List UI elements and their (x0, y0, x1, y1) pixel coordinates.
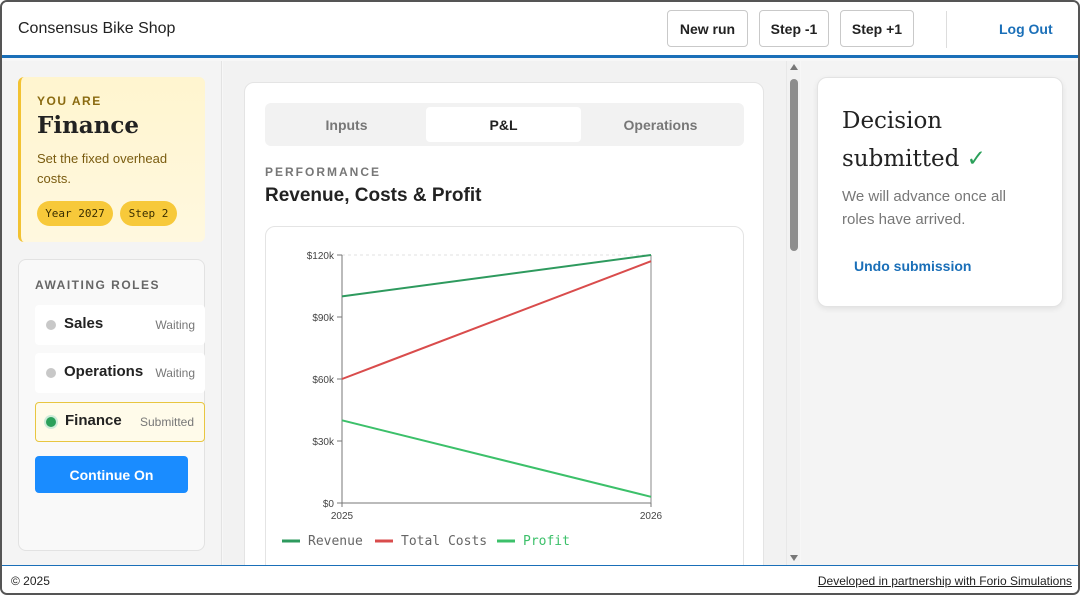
series-line-total-costs (341, 260, 652, 380)
section-title: Revenue, Costs & Profit (265, 185, 482, 206)
role-card: YOU ARE Finance Set the fixed overhead c… (18, 77, 205, 242)
series-line-revenue (341, 254, 652, 298)
main-content: Inputs P&L Operations PERFORMANCE Revenu… (223, 61, 787, 586)
year-badge: Year 2027 (37, 201, 113, 226)
role-row-status: Submitted (139, 415, 194, 429)
header-divider (946, 11, 947, 48)
continue-on-button[interactable]: Continue On (35, 456, 188, 493)
copyright-text: © 2025 (11, 574, 50, 588)
role-description: Set the fixed overhead costs. (37, 151, 168, 186)
status-dot-icon (46, 417, 56, 427)
scroll-down-icon[interactable] (790, 555, 798, 561)
undo-submission-link[interactable]: Undo submission (854, 258, 971, 274)
scroll-up-icon[interactable] (790, 64, 798, 70)
tab-operations[interactable]: Operations (583, 107, 738, 142)
x-tick-label: 2026 (640, 511, 663, 522)
legend-label: Profit (523, 534, 570, 549)
tab-pl[interactable]: P&L (426, 107, 581, 142)
role-row-status: Waiting (155, 366, 195, 380)
step-back-button[interactable]: Step -1 (759, 10, 829, 47)
role-row-name: Sales (64, 315, 104, 332)
role-row-finance: Finance Submitted (35, 402, 205, 442)
legend-label: Revenue (308, 534, 363, 549)
new-run-button[interactable]: New run (667, 10, 748, 47)
you-are-label: YOU ARE (37, 94, 102, 108)
left-sidebar: YOU ARE Finance Set the fixed overhead c… (2, 61, 222, 565)
role-row-name: Finance (65, 412, 122, 429)
awaiting-roles-title: AWAITING ROLES (35, 278, 161, 292)
status-dot-icon (46, 320, 56, 330)
chart-container: $0 $30k $60k $90k $120k 2025 2026 Revenue Total … (265, 226, 744, 586)
awaiting-roles-panel: AWAITING ROLES Sales Waiting Operations … (18, 259, 205, 551)
logout-link[interactable]: Log Out (999, 21, 1053, 37)
role-row-status: Waiting (155, 318, 195, 332)
step-forward-button[interactable]: Step +1 (840, 10, 914, 47)
legend-label: Total Costs (401, 534, 487, 549)
partner-link[interactable]: Developed in partnership with Forio Simu… (818, 574, 1072, 588)
series-line-profit (341, 419, 652, 498)
scrollbar-thumb[interactable] (790, 79, 798, 251)
top-bar: Consensus Bike Shop New run Step -1 Step… (2, 2, 1078, 58)
footer: © 2025 Developed in partnership with For… (2, 565, 1078, 593)
role-name: Finance (37, 112, 140, 139)
y-tick-label: $60k (312, 375, 335, 386)
checkmark-icon: ✓ (966, 146, 986, 172)
decision-title: Decision submitted ✓ (842, 102, 1042, 178)
decision-card: Decision submitted ✓ We will advance onc… (817, 77, 1063, 307)
role-row-operations: Operations Waiting (35, 353, 205, 393)
tab-bar: Inputs P&L Operations (265, 103, 744, 146)
line-chart: $0 $30k $60k $90k $120k 2025 2026 Revenue Total … (282, 251, 663, 549)
scrollbar[interactable] (786, 61, 800, 565)
app-title: Consensus Bike Shop (18, 20, 176, 37)
y-tick-label: $30k (312, 437, 335, 448)
x-tick-label: 2025 (331, 511, 354, 522)
step-badge: Step 2 (120, 201, 177, 226)
section-label: PERFORMANCE (265, 165, 382, 179)
pl-card: Inputs P&L Operations PERFORMANCE Revenu… (244, 82, 764, 586)
y-tick-label: $120k (307, 251, 335, 262)
role-row-name: Operations (64, 363, 144, 380)
right-sidebar: Decision submitted ✓ We will advance onc… (801, 61, 1078, 565)
y-tick-label: $90k (312, 313, 335, 324)
app-window: Consensus Bike Shop New run Step -1 Step… (0, 0, 1080, 595)
status-dot-icon (46, 368, 56, 378)
role-row-sales: Sales Waiting (35, 305, 205, 345)
decision-title-text: Decision submitted (842, 108, 960, 172)
decision-message: We will advance once all roles have arri… (842, 188, 1006, 228)
tab-inputs[interactable]: Inputs (269, 107, 424, 142)
y-tick-label: $0 (323, 499, 335, 510)
